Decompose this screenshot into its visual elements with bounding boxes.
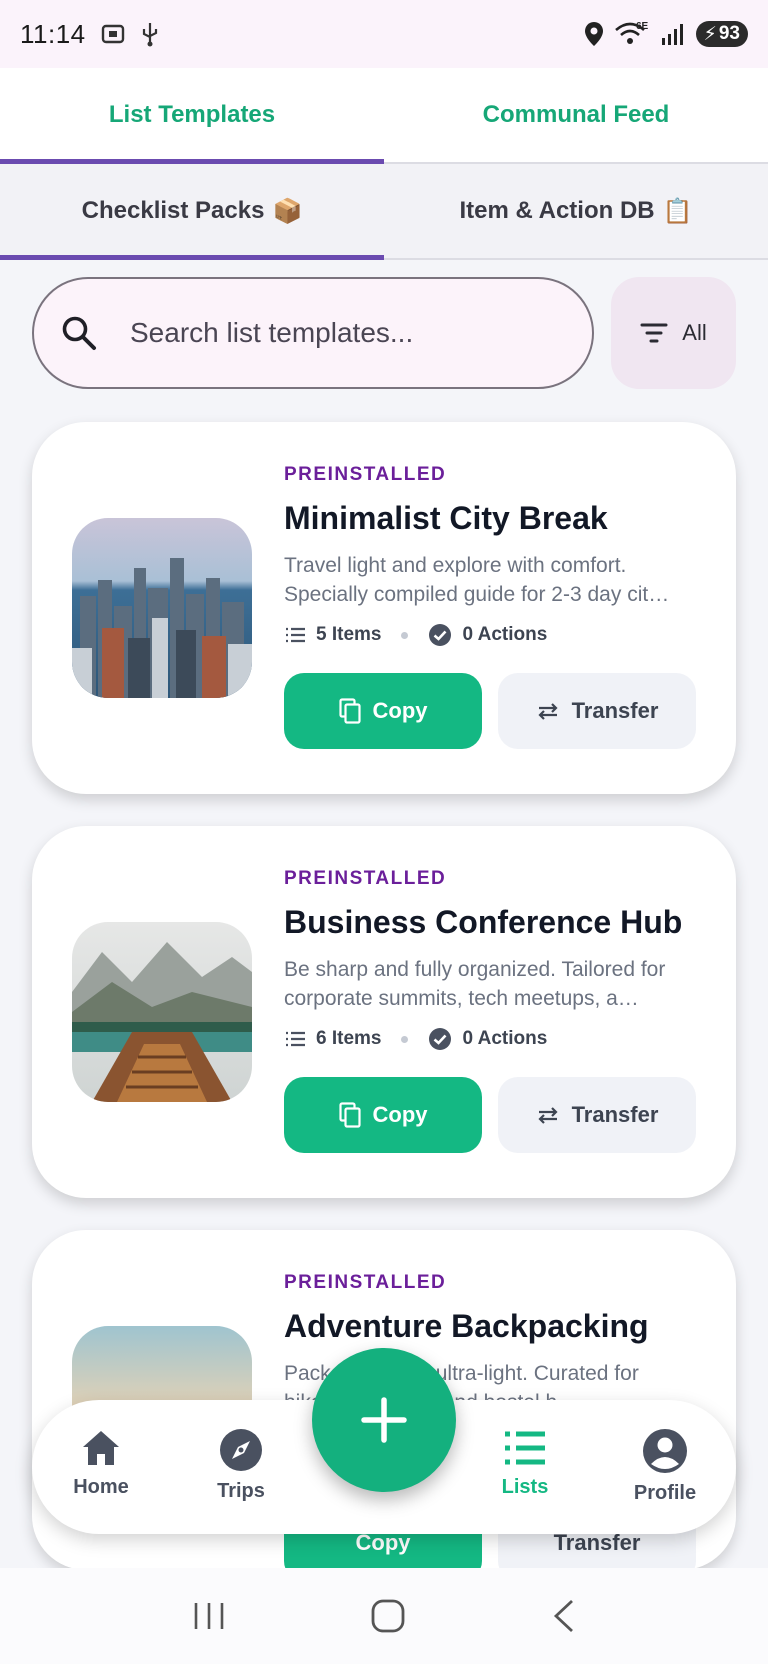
search-icon — [62, 316, 96, 350]
transfer-button[interactable]: Transfer — [498, 673, 696, 749]
template-card[interactable]: PREINSTALLED Business Conference Hub Be … — [32, 826, 736, 1198]
check-circle-icon — [429, 1028, 452, 1050]
copy-icon — [338, 698, 361, 724]
search-bar[interactable] — [32, 277, 594, 389]
tab-list-templates[interactable]: List Templates — [0, 68, 384, 164]
card-meta: 6 Items 0 Actions — [284, 1027, 704, 1051]
copy-button[interactable]: Copy — [284, 1077, 482, 1153]
primary-tabs: List Templates Communal Feed — [0, 68, 768, 164]
transfer-label: Transfer — [571, 1102, 659, 1127]
separator-dot — [401, 631, 409, 639]
compass-icon — [220, 1429, 262, 1471]
signal-icon — [661, 24, 683, 45]
charging-icon: ⚡ — [703, 23, 717, 45]
swap-icon — [538, 703, 558, 720]
items-count: 5 Items — [316, 624, 382, 645]
copy-label: Copy — [372, 698, 428, 723]
copy-label: Copy — [372, 1102, 428, 1127]
preinstalled-badge: PREINSTALLED — [284, 1272, 447, 1293]
system-nav-bar — [0, 1568, 768, 1664]
copy-button[interactable]: Copy — [284, 673, 482, 749]
actions-count: 0 Actions — [462, 624, 548, 645]
card-description: Be sharp and fully organized. Tailored f… — [284, 958, 666, 1010]
home-icon — [83, 1431, 119, 1465]
wifi-icon: 6E — [614, 21, 649, 44]
svg-text:6E: 6E — [636, 21, 649, 32]
nav-profile[interactable]: Profile — [610, 1428, 720, 1505]
search-input[interactable] — [130, 317, 530, 349]
card-description: Travel light and explore with comfort. S… — [284, 554, 670, 606]
nav-label: Profile — [633, 1482, 697, 1504]
mountain-lake-image — [72, 922, 252, 1102]
nav-label: Lists — [501, 1476, 549, 1498]
preinstalled-badge: PREINSTALLED — [284, 868, 447, 889]
template-card[interactable]: PREINSTALLED Minimalist City Break Trave… — [32, 422, 736, 794]
card-title: Adventure Backpacking — [284, 1308, 649, 1344]
copy-icon — [338, 1102, 361, 1128]
nav-label: Home — [73, 1476, 129, 1498]
list-icon — [505, 1431, 545, 1465]
items-count: 6 Items — [316, 1028, 382, 1049]
list-icon — [286, 1031, 305, 1047]
clipboard-icon: 📋 — [662, 197, 693, 225]
separator-dot — [401, 1035, 409, 1043]
tab-label: Item & Action DB — [459, 197, 655, 224]
home-button-icon[interactable] — [370, 1598, 406, 1634]
location-icon — [584, 22, 603, 46]
city-skyline-image — [72, 518, 252, 698]
secondary-tabs: Checklist Packs 📦 Item & Action DB 📋 — [0, 164, 768, 260]
nav-lists[interactable]: Lists — [470, 1428, 580, 1499]
usb-icon — [142, 23, 157, 47]
status-time: 11:14 — [20, 18, 86, 49]
filter-label: All — [682, 320, 707, 345]
nav-label: Trips — [217, 1480, 265, 1502]
recent-apps-icon[interactable] — [192, 1601, 226, 1631]
package-icon: 📦 — [272, 197, 303, 225]
card-title: Business Conference Hub — [284, 904, 683, 940]
filter-button[interactable]: All — [611, 277, 736, 389]
preinstalled-badge: PREINSTALLED — [284, 464, 447, 485]
filter-icon — [640, 323, 668, 343]
swap-icon — [538, 1107, 558, 1124]
status-bar: 11:14 6E ⚡ 93 — [0, 0, 768, 68]
plus-icon — [361, 1397, 407, 1443]
tab-checklist-packs[interactable]: Checklist Packs 📦 — [0, 164, 384, 260]
actions-count: 0 Actions — [462, 1028, 548, 1049]
tab-communal-feed[interactable]: Communal Feed — [384, 68, 768, 162]
add-button[interactable] — [312, 1348, 456, 1492]
nav-trips[interactable]: Trips — [186, 1428, 296, 1503]
account-icon — [643, 1429, 687, 1473]
tab-label: Checklist Packs — [81, 197, 265, 224]
check-circle-icon — [429, 624, 452, 646]
back-icon[interactable] — [550, 1598, 576, 1634]
battery-indicator: ⚡ 93 — [695, 21, 748, 47]
transfer-button[interactable]: Transfer — [498, 1077, 696, 1153]
card-title: Minimalist City Break — [284, 500, 608, 536]
transfer-label: Transfer — [571, 698, 659, 723]
card-meta: 5 Items 0 Actions — [284, 623, 704, 647]
list-icon — [286, 627, 305, 643]
nav-home[interactable]: Home — [46, 1428, 156, 1499]
tab-item-action-db[interactable]: Item & Action DB 📋 — [384, 164, 768, 258]
screenshot-icon — [101, 24, 124, 44]
